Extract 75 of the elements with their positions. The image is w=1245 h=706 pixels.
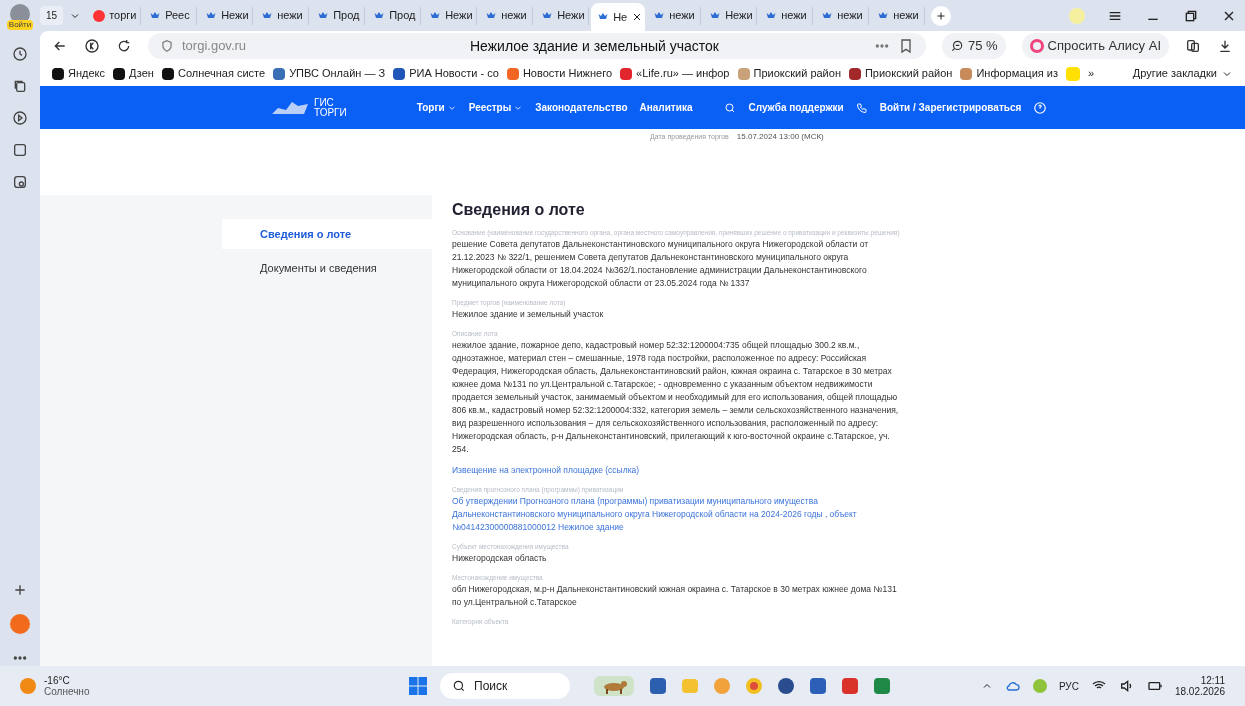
other-bookmarks-button[interactable]: Другие закладки (1132, 65, 1233, 82)
clock-date[interactable]: 18.02.2026 (1174, 686, 1225, 697)
field-value: Нежилое здание и земельный участок (452, 308, 605, 321)
temperature-text: -16°C (44, 675, 71, 686)
bookmark-link[interactable]: РИА Новости - со (409, 65, 499, 82)
alice-button[interactable]: Спросить Алису AI (1021, 33, 1169, 59)
bookmark-link[interactable]: Яндекс (68, 65, 105, 82)
bookmark-link[interactable]: Дзен (129, 65, 154, 82)
tab-title: нежи (277, 8, 303, 24)
zoom-button[interactable]: 75 % (941, 33, 1006, 59)
browser-tab[interactable]: Прод (311, 6, 366, 25)
tab-title: нежи (501, 8, 527, 24)
nav-link[interactable]: Реестры (468, 100, 524, 115)
bookmark-link[interactable]: Информация из (976, 65, 1058, 82)
tab-title: Прод (333, 8, 360, 24)
info-link[interactable]: Об утверждении Прогнозного плана (программы) приватизации муниципального имущества Дальнеконстантиновского муниципального округа Нижегородской области на 2024-2026 годы , объект №04142300000881000012 Нежилое здание (452, 495, 902, 534)
nav-link[interactable]: Торги (416, 100, 457, 115)
language-indicator[interactable]: РУС (1058, 678, 1079, 694)
field-value: обл Нижегородская, м.р-н Дальнеконстантиновский южная окраина с. Татарское в 30 метрах южнее дома №131 по ул.Центральной с.Татарское (452, 583, 898, 609)
field-value: Нижегородская область (452, 552, 548, 565)
browser-tab[interactable]: нежи (255, 6, 310, 25)
login-badge[interactable]: Войти (6, 20, 34, 30)
field-value: решение Совета депутатов Дальнеконстантиновского муниципального округа Нижегородской области от 21.12.2023 № 322/1, решением Совета депутатов Дальнеконстантиновского муниципального округа Нижегородской области от 18.04.2024 №362/1.постановление администрации Дальнеконстантиновского муниципального округа Нижегородской области от 23.05.2024 года № 1337 (452, 238, 870, 290)
tab-title: Нежи (445, 8, 473, 24)
browser-tab[interactable]: Нежи (423, 6, 478, 25)
tab-title: Не (613, 9, 628, 25)
tab-title: нежи (781, 8, 807, 24)
bookmark-link[interactable]: Приокский район (864, 65, 953, 82)
bookmark-link[interactable]: Солнечная систе (177, 65, 266, 82)
search-field[interactable]: Поиск (440, 673, 570, 699)
field-value: нежилое здание, пожарное депо, кадастровый номер 52:32:1200004:735 общей площадью 300.2 кв.м., одноэтажное, материал стен – смешанные, 1978 года постройки, расположенное по адресу: Российская Федерация, Нижегородская область, Дальнеконстантиновский район, южная окраина с. Татарское в 30 метрах южнее дома №131 по ул.Центральной с.Татарское; - одновременно с указанным объектом недвижимости продается земельный участок, занимаемый объектом и необходимый для его использования, общей площадью 806 кв.м., кадастровый номер 52:32:1200004:332, категория земель – земли сельскохозяйственного назначения, вид разрешенного использования – для сельскохозяйственного использования, расположенный по адресу: Нижегородская область, р-н Дальнеконстантиновский, прилегающий к юго-восточной окраине с.Татарское, уч. 254. (452, 339, 900, 456)
side-menu-item[interactable]: Документы и сведения (222, 253, 432, 283)
browser-tab[interactable]: нежи (815, 6, 870, 25)
tab-count[interactable]: 15 (40, 6, 64, 25)
browser-tab[interactable]: нежи (871, 6, 926, 25)
login-link[interactable]: Войти / Зарегистрироваться (879, 100, 1022, 115)
tab-title: Реес (165, 8, 190, 24)
tab-title: торги (109, 8, 137, 24)
browser-tab[interactable]: Не (591, 3, 646, 31)
tab-title: нежи (837, 8, 863, 24)
tab-title: Нежи (557, 8, 585, 24)
date-value: 15.07.2024 13:00 (МСК) (736, 131, 824, 143)
browser-tab[interactable]: нежи (479, 6, 534, 25)
side-menu-item[interactable]: Сведения о лоте (222, 219, 432, 249)
support-link[interactable]: Служба поддержки (748, 100, 844, 115)
search-placeholder: Поиск (474, 678, 508, 695)
browser-tab[interactable]: Нежи (703, 6, 758, 25)
logo-text[interactable]: ТОРГИ (314, 107, 347, 118)
browser-tab[interactable]: Нежи (199, 6, 254, 25)
bookmark-link[interactable]: Новости Нижнего (522, 65, 613, 82)
more-bookmarks-button[interactable]: » (1088, 65, 1095, 82)
bookmark-link[interactable]: УПВС Онлайн — З (289, 65, 386, 82)
browser-tab[interactable]: Нежи (535, 6, 590, 25)
tab-title: Нежи (221, 8, 249, 24)
tab-title: нежи (893, 8, 919, 24)
clock-time[interactable]: 12:11 (1200, 675, 1225, 686)
browser-tab[interactable]: нежи (759, 6, 814, 25)
tab-title: нежи (669, 8, 695, 24)
nav-link[interactable]: Аналитика (639, 100, 693, 115)
address-bar[interactable]: torgi.gov.ru Нежилое здание и земельный участок (148, 33, 926, 59)
logo-text[interactable]: ГИС (314, 97, 347, 108)
bookmark-link[interactable]: Приокский район (753, 65, 841, 82)
bookmark-link[interactable]: «Life.ru» — инфор (636, 65, 730, 82)
tab-title: Нежи (725, 8, 753, 24)
section-heading: Сведения о лоте (452, 203, 586, 216)
browser-tab[interactable]: Реес (143, 6, 198, 25)
tab-title: Прод (389, 8, 416, 24)
url-text: torgi.gov.ru (182, 37, 248, 56)
browser-tab[interactable]: Прод (367, 6, 422, 25)
weather-text: Солнечно (44, 686, 91, 697)
browser-tab[interactable]: торги (87, 6, 142, 25)
info-link[interactable]: Извещение на электронной площадке (ссылка) (452, 464, 902, 477)
browser-tab[interactable]: нежи (647, 6, 702, 25)
nav-link[interactable]: Законодательство (535, 100, 628, 115)
page-title: Нежилое здание и земельный участок (470, 36, 720, 56)
